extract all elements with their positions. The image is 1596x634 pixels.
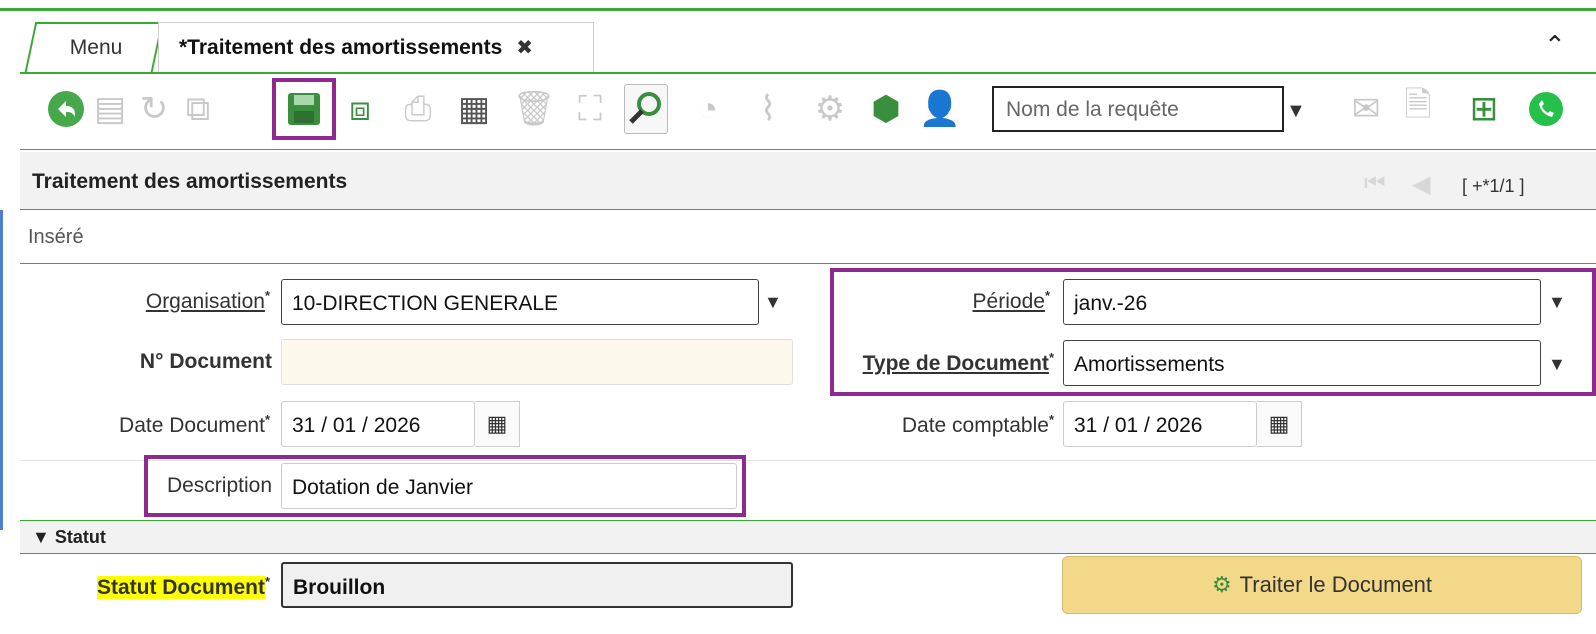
statut-section-label: Statut [54,527,106,547]
statut-document-label: Statut Document* [96,574,270,599]
record-counter: [ +*1/1 ] [1462,176,1525,196]
attachment-icon[interactable]: ⌇ [746,84,790,134]
refresh-icon[interactable]: ↻ [132,84,176,134]
collapse-triangle-icon: ▼ [32,527,55,547]
process-document-button[interactable]: ⚙ Traiter le Document [1062,556,1582,614]
organisation-select[interactable]: 10-DIRECTION GENERALE [281,279,759,325]
tab-menu-label: Menu [69,36,123,59]
date-document-label: Date Document* [119,412,270,437]
copy-icon[interactable]: ⧉ [176,84,220,134]
description-input[interactable]: Dotation de Janvier [281,463,737,509]
document-icon[interactable]: 🗎 [1396,84,1440,134]
new-record-icon[interactable]: ▤ [88,84,132,134]
back-icon[interactable] [44,84,88,134]
type-document-dropdown-icon[interactable]: ▼ [1548,354,1566,375]
type-document-label: Type de Document* [862,350,1054,375]
record-status: Inséré [20,212,1596,264]
periode-dropdown-icon[interactable]: ▼ [1548,292,1566,313]
save-button[interactable] [272,78,336,140]
close-icon[interactable]: ✖ [516,35,533,60]
workflow-icon[interactable]: ⊞ [1462,84,1506,134]
date-document-input[interactable]: 31 / 01 / 2026 [281,401,475,447]
statut-document-field: Brouillon [281,562,793,608]
process-document-label: Traiter le Document [1239,572,1433,597]
zoom-icon[interactable]: ⛶ [568,84,612,134]
print-icon[interactable]: ⎙ [396,84,440,134]
calendar-icon[interactable]: ▦ [475,401,520,447]
side-decoration [0,210,14,530]
organisation-label: Organisation* [145,288,270,313]
statut-section-header[interactable]: ▼ Statut [20,520,1596,554]
first-record-icon[interactable]: ⏮ [1364,170,1386,198]
ndocument-field[interactable] [281,339,793,385]
user-icon[interactable]: 👤 [918,84,962,134]
save-icon [288,93,320,125]
query-dropdown-icon[interactable]: ▼ [1286,100,1306,123]
periode-select[interactable]: janv.-26 [1063,279,1541,325]
delete-icon[interactable]: 🗑 [512,84,556,134]
chart-icon[interactable]: ◔ [686,84,730,134]
date-comptable-label: Date comptable* [901,412,1054,437]
package-icon[interactable]: ⬢ [864,84,908,134]
organisation-dropdown-icon[interactable]: ▼ [764,292,782,313]
process-icon[interactable]: ⚙ [808,84,852,134]
mail-icon[interactable]: ✉ [1344,84,1388,134]
tab-traitement-label: *Traitement des amortissements [179,35,503,59]
date-comptable-input[interactable]: 31 / 01 / 2026 [1063,401,1257,447]
tab-menu[interactable]: Menu [24,22,164,72]
app-window: Menu *Traitement des amortissements ✖ ⌃ … [0,0,1596,634]
type-document-select[interactable]: Amortissements [1063,340,1541,386]
tab-traitement[interactable]: *Traitement des amortissements ✖ [158,22,594,72]
periode-label: Période* [972,288,1050,313]
section-title: Traitement des amortissements [32,170,348,193]
search-icon[interactable] [624,84,668,134]
calendar-icon[interactable]: ▦ [1257,401,1302,447]
previous-record-icon[interactable]: ◀ [1412,170,1430,199]
section-header: Traitement des amortissements [20,152,1596,210]
grid-icon[interactable]: ▦ [452,84,496,134]
whatsapp-icon[interactable] [1524,84,1568,134]
description-label: Description [166,474,272,497]
save-new-icon[interactable]: ⧈ [338,84,382,134]
query-name-input[interactable]: Nom de la requête [992,86,1284,132]
collapse-icon[interactable]: ⌃ [1544,30,1566,61]
ndocument-label: N° Document [139,350,272,373]
gears-icon: ⚙ [1211,572,1232,597]
top-accent-line [0,8,1596,11]
